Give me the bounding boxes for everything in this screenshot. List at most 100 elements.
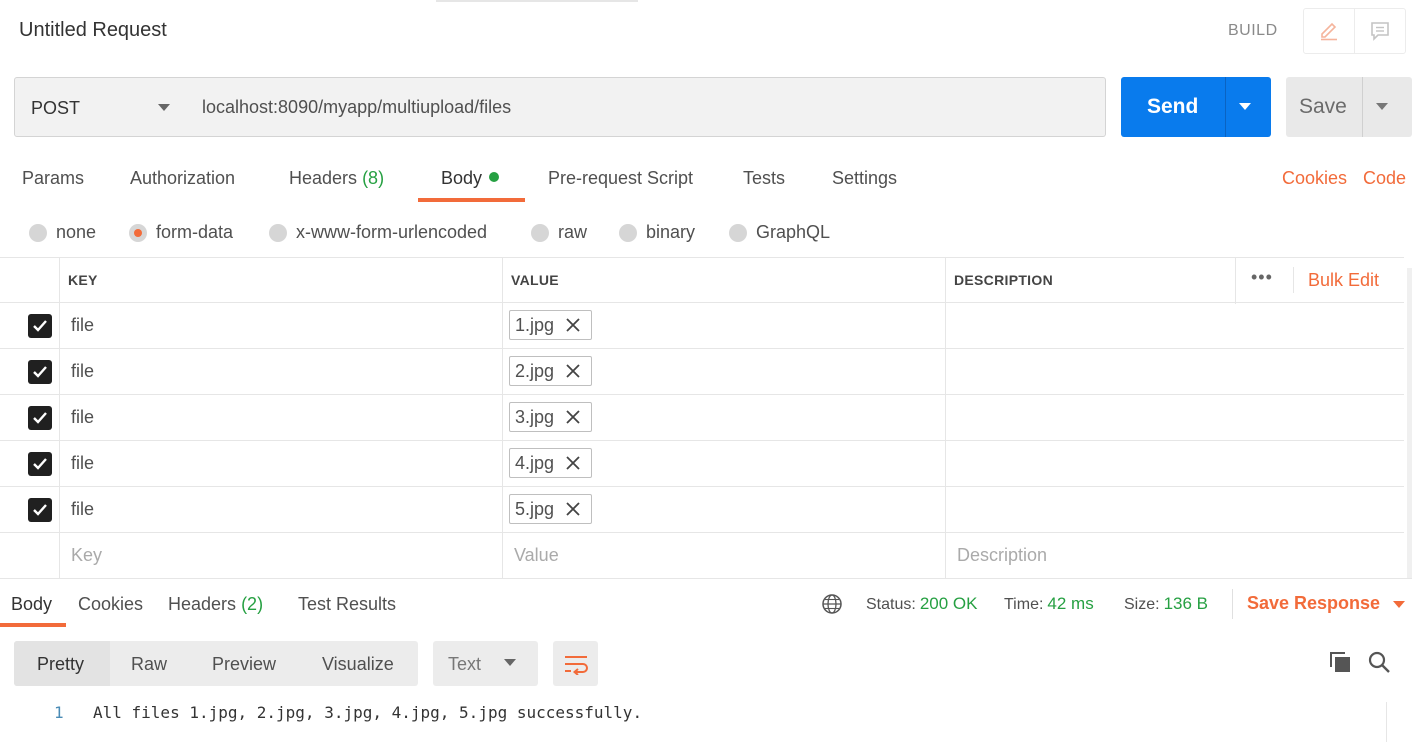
tab-body[interactable]: Body: [441, 168, 500, 189]
tab-tests[interactable]: Tests: [743, 168, 785, 189]
tab-pre-request-script[interactable]: Pre-request Script: [548, 168, 693, 189]
row-key[interactable]: file: [71, 315, 94, 336]
file-chip[interactable]: 4.jpg: [509, 448, 592, 478]
new-description-input[interactable]: Description: [957, 545, 1047, 566]
response-tab-test-results[interactable]: Test Results: [298, 594, 396, 615]
radio-form-data[interactable]: form-data: [129, 222, 233, 243]
search-icon[interactable]: [1367, 650, 1391, 674]
radio-x-www-form-urlencoded[interactable]: x-www-form-urlencoded: [269, 222, 487, 243]
send-options-chevron-icon[interactable]: [1239, 103, 1251, 111]
file-chip[interactable]: 3.jpg: [509, 402, 592, 432]
line-number: 1: [54, 703, 64, 722]
new-value-input[interactable]: Value: [514, 545, 559, 566]
new-row: Key Value Description: [0, 533, 1404, 579]
view-visualize-button[interactable]: Visualize: [322, 654, 394, 675]
request-title[interactable]: Untitled Request: [19, 19, 167, 42]
tab-headers-count: (8): [362, 168, 385, 188]
method-select[interactable]: POST: [14, 77, 188, 137]
status-label: Status:: [866, 596, 916, 613]
row-checkbox[interactable]: [28, 498, 52, 522]
tab-settings[interactable]: Settings: [832, 168, 897, 189]
radio-raw-circle: [531, 223, 549, 242]
table-row: file 1.jpg: [0, 303, 1404, 349]
radio-graphql-circle: [729, 223, 747, 242]
response-size[interactable]: Size: 136 B: [1124, 594, 1208, 614]
response-time[interactable]: Time: 42 ms: [1004, 594, 1094, 614]
table-row: file 4.jpg: [0, 441, 1404, 487]
edit-button[interactable]: [1304, 9, 1355, 53]
tab-body-underline: [418, 198, 525, 202]
remove-file-button[interactable]: [566, 364, 580, 378]
row-key[interactable]: file: [71, 453, 94, 474]
remove-file-button[interactable]: [566, 502, 580, 516]
tab-headers-label: Headers: [289, 168, 358, 188]
file-name: 1.jpg: [515, 314, 555, 335]
row-checkbox[interactable]: [28, 406, 52, 430]
copy-icon[interactable]: [1328, 650, 1352, 674]
table-header: KEY VALUE DESCRIPTION ••• Bulk Edit: [0, 257, 1404, 304]
save-divider: [1362, 77, 1363, 137]
row-checkbox[interactable]: [28, 360, 52, 384]
url-input[interactable]: localhost:8090/myapp/multiupload/files: [187, 77, 1106, 137]
url-text: localhost:8090/myapp/multiupload/files: [202, 97, 512, 117]
table-row: file 2.jpg: [0, 349, 1404, 395]
radio-graphql[interactable]: GraphQL: [729, 222, 830, 243]
build-mode-label[interactable]: BUILD: [1228, 22, 1278, 40]
send-button[interactable]: Send: [1121, 77, 1271, 137]
time-value: 42 ms: [1047, 594, 1094, 613]
response-tab-cookies[interactable]: Cookies: [78, 594, 143, 615]
save-button[interactable]: Save: [1286, 77, 1412, 137]
tab-authorization[interactable]: Authorization: [130, 168, 235, 189]
radio-binary[interactable]: binary: [619, 222, 695, 243]
file-chip[interactable]: 5.jpg: [509, 494, 592, 524]
remove-file-button[interactable]: [566, 318, 580, 332]
row-checkbox[interactable]: [28, 314, 52, 338]
bulk-edit-link[interactable]: Bulk Edit: [1308, 270, 1379, 291]
tab-body-label: Body: [441, 168, 483, 188]
close-icon: [566, 410, 580, 424]
comments-button[interactable]: [1355, 9, 1406, 53]
row-checkbox[interactable]: [28, 452, 52, 476]
checkmark-icon: [33, 412, 47, 424]
save-options-chevron-icon[interactable]: [1376, 103, 1388, 111]
row-key[interactable]: file: [71, 407, 94, 428]
save-response-label: Save Response: [1247, 593, 1381, 613]
more-options-icon[interactable]: •••: [1251, 267, 1273, 288]
globe-icon[interactable]: [821, 593, 843, 615]
request-title-row: Untitled Request BUILD: [0, 0, 1412, 62]
column-header-key: KEY: [68, 272, 98, 288]
save-response-button[interactable]: Save Response: [1247, 593, 1406, 614]
view-pretty-button[interactable]: Pretty: [37, 654, 84, 675]
response-text[interactable]: All files 1.jpg, 2.jpg, 3.jpg, 4.jpg, 5.…: [93, 703, 642, 722]
file-chip[interactable]: 2.jpg: [509, 356, 592, 386]
comment-icon: [1370, 22, 1389, 41]
radio-none[interactable]: none: [29, 222, 96, 243]
view-preview-button[interactable]: Preview: [212, 654, 276, 675]
remove-file-button[interactable]: [566, 410, 580, 424]
response-tab-headers-count: (2): [241, 594, 264, 614]
new-key-input[interactable]: Key: [71, 545, 102, 566]
code-link[interactable]: Code: [1363, 168, 1406, 189]
remove-file-button[interactable]: [566, 456, 580, 470]
row-key[interactable]: file: [71, 499, 94, 520]
response-tab-headers[interactable]: Headers (2): [168, 594, 263, 615]
wrap-lines-button[interactable]: [553, 641, 598, 686]
bulk-edit-divider: [1293, 267, 1294, 293]
file-chip[interactable]: 1.jpg: [509, 310, 592, 340]
response-format-label: Text: [448, 654, 482, 674]
response-scrollbar[interactable]: [1386, 702, 1412, 742]
row-key[interactable]: file: [71, 361, 94, 382]
chevron-down-icon: [158, 104, 170, 111]
response-tab-body[interactable]: Body: [11, 594, 52, 615]
table-scrollbar[interactable]: [1407, 268, 1412, 578]
cookies-link[interactable]: Cookies: [1282, 168, 1347, 189]
tab-params[interactable]: Params: [22, 168, 84, 189]
send-label: Send: [1147, 95, 1199, 118]
view-raw-button[interactable]: Raw: [131, 654, 167, 675]
response-status[interactable]: Status: 200 OK: [866, 594, 977, 614]
radio-raw[interactable]: raw: [531, 222, 587, 243]
tab-headers[interactable]: Headers (8): [289, 168, 384, 189]
radio-none-circle: [29, 223, 47, 242]
table-row: file 3.jpg: [0, 395, 1404, 441]
response-format-select[interactable]: Text: [433, 641, 538, 686]
